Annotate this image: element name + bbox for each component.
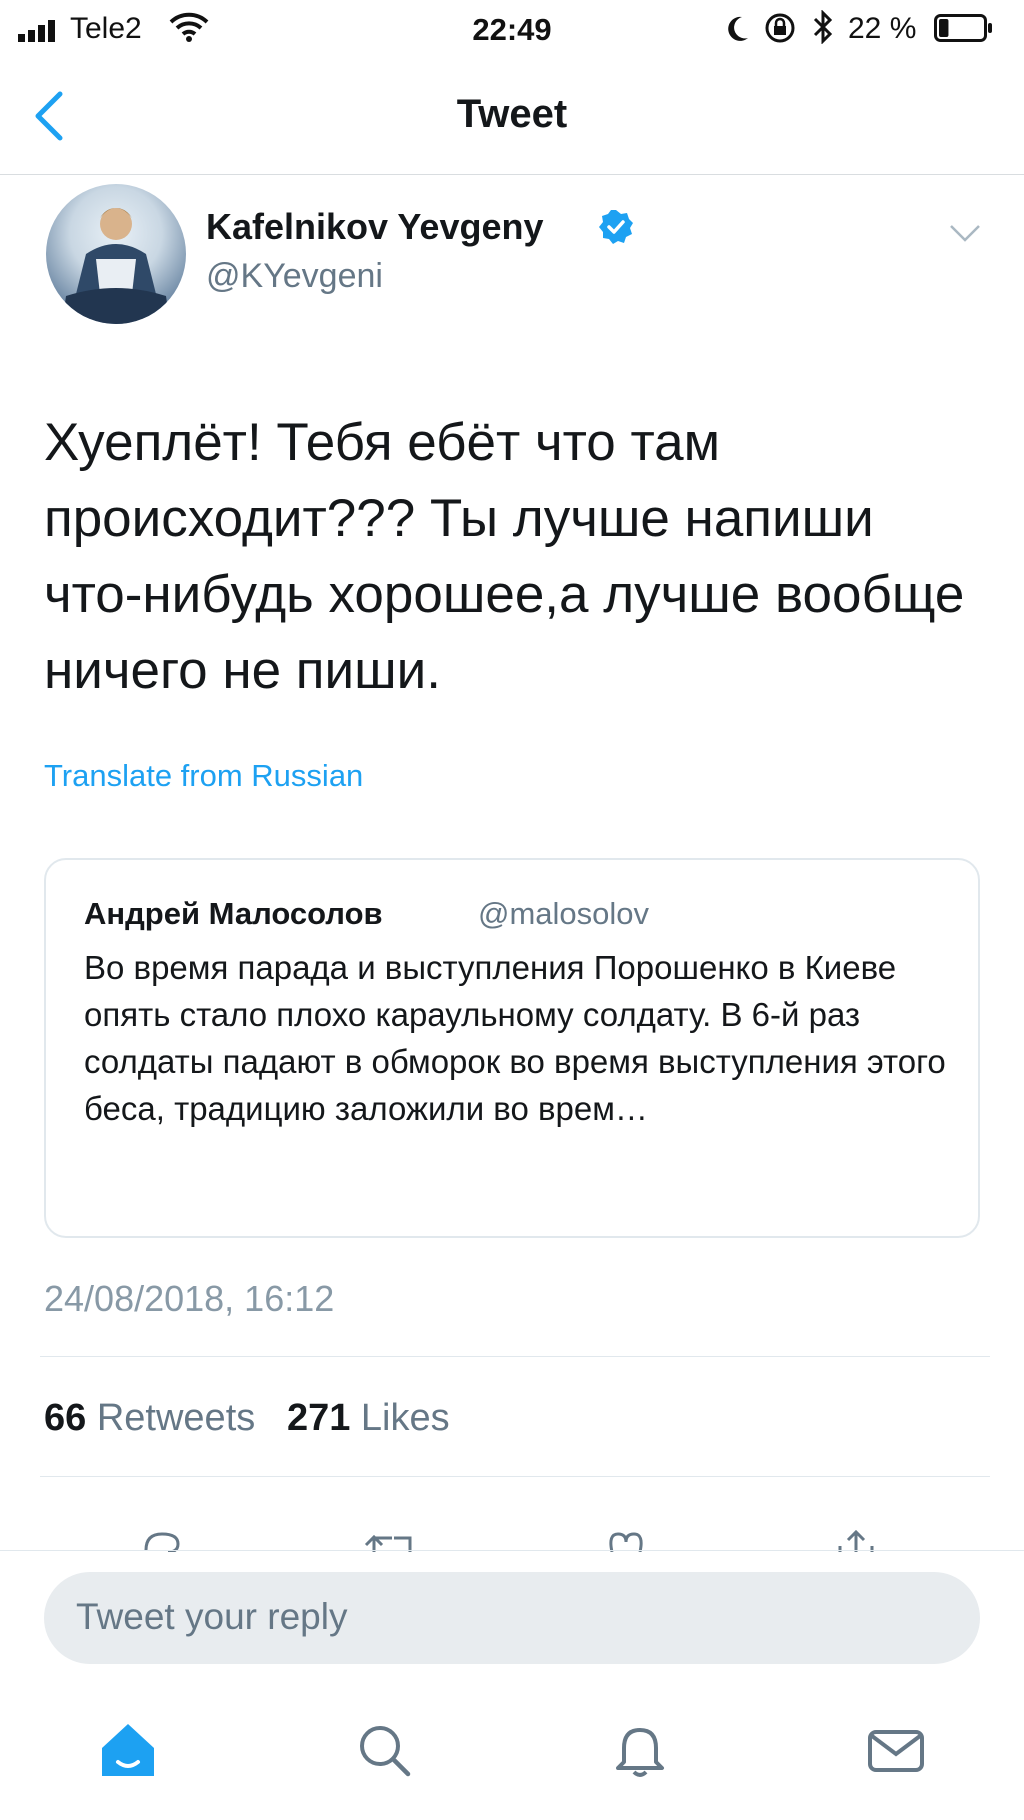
translate-link[interactable]: Translate from Russian (44, 758, 363, 794)
likes-label[interactable]: Likes (361, 1397, 450, 1439)
verified-badge-icon (599, 210, 633, 244)
divider (0, 1550, 1024, 1551)
retweet-icon[interactable] (362, 1512, 422, 1552)
quoted-author-handle: @malosolov (478, 896, 650, 931)
home-icon[interactable] (96, 1718, 160, 1782)
rotation-lock-icon (765, 13, 795, 43)
divider (40, 1356, 990, 1357)
mail-icon[interactable] (864, 1718, 928, 1782)
tweet-timestamp: 24/08/2018, 16:12 (44, 1278, 335, 1319)
tweet-stats: 66 Retweets 271 Likes (44, 1397, 450, 1440)
page-title: Tweet (456, 92, 568, 136)
battery-percent: 22 % (848, 12, 917, 45)
battery-icon (934, 14, 992, 42)
share-icon[interactable] (826, 1512, 886, 1552)
chevron-down-icon[interactable] (948, 222, 982, 244)
quoted-author-name: Андрей Малосолов (84, 896, 383, 931)
bluetooth-icon (813, 10, 833, 44)
quoted-tweet-text: Во время парада и выступления Порошенко … (84, 949, 946, 1127)
status-bar: Tele2 22:49 22 % (0, 0, 1024, 60)
avatar[interactable] (46, 184, 186, 324)
tweet-text: Хуеплёт! Тебя ебёт что там происходит???… (44, 413, 965, 700)
divider (40, 1476, 990, 1477)
reply-input[interactable]: Tweet your reply (44, 1572, 980, 1664)
quoted-tweet-card[interactable]: Андрей Малосолов @malosolov Во время пар… (44, 858, 980, 1238)
moon-icon (728, 16, 748, 41)
nav-divider (0, 174, 1024, 175)
reply-icon[interactable] (132, 1512, 192, 1552)
avatar-image (62, 208, 170, 324)
author-handle[interactable]: @KYevgeni (206, 257, 383, 296)
likes-count[interactable]: 271 (287, 1397, 350, 1439)
reply-placeholder: Tweet your reply (76, 1596, 348, 1637)
bell-icon[interactable] (608, 1718, 672, 1782)
retweets-count[interactable]: 66 (44, 1397, 86, 1439)
author-name[interactable]: Kafelnikov Yevgeny (206, 206, 544, 248)
like-icon[interactable] (596, 1512, 656, 1552)
search-icon[interactable] (352, 1718, 416, 1782)
retweets-label[interactable]: Retweets (97, 1397, 255, 1439)
